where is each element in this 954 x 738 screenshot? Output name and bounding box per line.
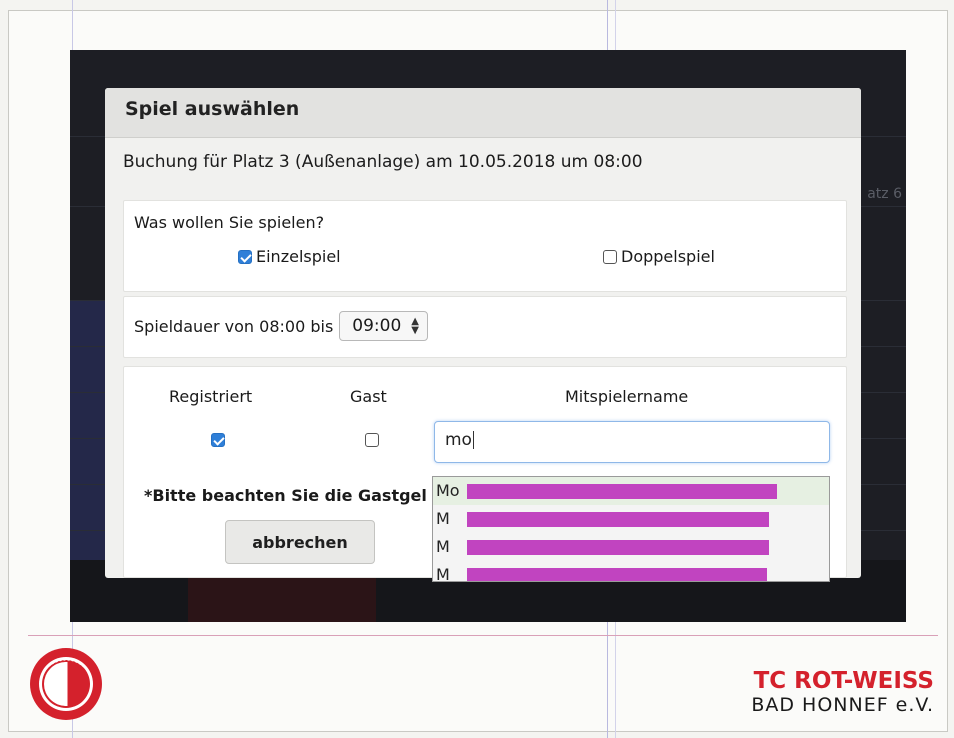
suggestion-item[interactable]: M (433, 561, 829, 582)
booking-summary: Buchung für Platz 3 (Außenanlage) am 10.… (123, 152, 643, 172)
doubles-option[interactable]: Doppelspiel (603, 247, 715, 266)
player-name-column-header: Mitspielername (565, 387, 689, 406)
game-type-question: Was wollen Sie spielen? (134, 213, 325, 232)
suggestion-text: M (436, 509, 450, 528)
suggestion-text: M (436, 537, 450, 556)
suggestion-text: M (436, 565, 450, 582)
club-wordmark: TC ROT-WEISS BAD HONNEF e.V. (751, 668, 934, 716)
doubles-label: Doppelspiel (621, 247, 715, 266)
modal-header: Spiel auswählen (105, 88, 861, 138)
suggestion-item[interactable]: Mo (433, 477, 829, 505)
footer-divider (28, 635, 938, 636)
redaction-bar (467, 568, 767, 581)
registered-checkbox[interactable] (211, 433, 225, 447)
registered-column-header: Registriert (169, 387, 253, 406)
guest-notice: *Bitte beachten Sie die Gastgel (144, 486, 427, 505)
duration-label: Spieldauer von 08:00 bis (134, 316, 334, 336)
booking-screenshot: atz 6 Spiel auswählen Buchung für Platz … (70, 50, 906, 622)
modal-title: Spiel auswählen (125, 98, 300, 120)
end-time-select[interactable]: 09:00 ▲ ▼ (339, 311, 428, 341)
autocomplete-list[interactable]: Mo M M M (432, 476, 830, 582)
game-type-panel: Was wollen Sie spielen? Einzelspiel Dopp… (123, 200, 847, 292)
guest-checkbox[interactable] (365, 433, 379, 447)
singles-label: Einzelspiel (256, 247, 341, 266)
text-caret (472, 431, 474, 449)
suggestion-item[interactable]: M (433, 505, 829, 533)
player-name-value: mo (445, 430, 472, 450)
cancel-button[interactable]: abbrechen (225, 520, 375, 564)
singles-option[interactable]: Einzelspiel (238, 247, 341, 266)
guest-column-header: Gast (350, 387, 387, 406)
background-court-label: atz 6 (867, 186, 902, 202)
redaction-bar (467, 540, 769, 555)
redaction-bar (467, 512, 769, 527)
duration-panel: Spieldauer von 08:00 bis 09:00 ▲ ▼ (123, 296, 847, 358)
club-name-line2: BAD HONNEF e.V. (751, 694, 934, 716)
suggestion-item[interactable]: M (433, 533, 829, 561)
club-seal-logo (30, 648, 102, 720)
select-arrows-icon: ▲ ▼ (411, 316, 419, 336)
singles-checkbox[interactable] (238, 249, 252, 264)
suggestion-text: Mo (436, 481, 460, 500)
redaction-bar (467, 484, 777, 499)
player-name-input[interactable]: mo (434, 421, 830, 463)
doubles-checkbox[interactable] (603, 249, 617, 264)
club-name-line1: TC ROT-WEISS (753, 668, 934, 694)
end-time-value: 09:00 (352, 316, 402, 336)
duration-row: Spieldauer von 08:00 bis 09:00 ▲ ▼ (134, 311, 428, 341)
